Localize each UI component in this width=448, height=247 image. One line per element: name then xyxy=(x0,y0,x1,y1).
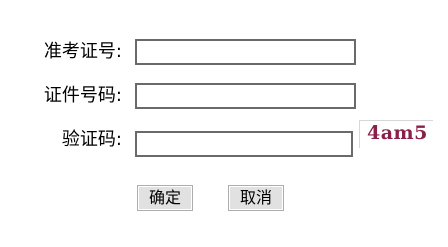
captcha-image-text: 4am5 xyxy=(367,122,428,144)
captcha-image[interactable]: 4am5 xyxy=(359,120,433,148)
exam-id-input[interactable] xyxy=(135,39,356,65)
exam-id-label: 准考证号: xyxy=(43,41,122,62)
captcha-input[interactable] xyxy=(135,131,353,157)
captcha-label: 验证码: xyxy=(61,129,122,150)
confirm-button[interactable]: 确定 xyxy=(137,185,193,211)
id-number-input[interactable] xyxy=(135,83,356,109)
cancel-button[interactable]: 取消 xyxy=(228,185,284,211)
id-number-label: 证件号码: xyxy=(43,85,122,106)
